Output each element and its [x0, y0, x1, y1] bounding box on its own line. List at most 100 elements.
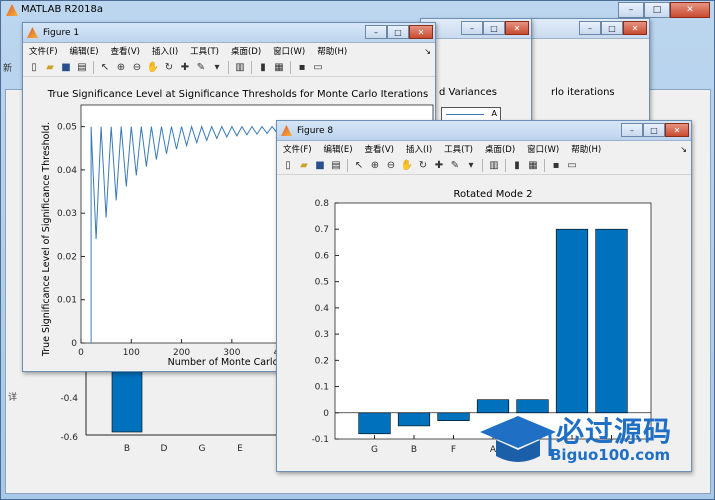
data-cursor-icon[interactable]: ✚	[178, 61, 192, 75]
zoom-out-icon[interactable]: ⊖	[130, 61, 144, 75]
y-tick-label: 0	[71, 339, 77, 349]
menu-insert[interactable]: 插入(I)	[152, 45, 178, 57]
zoom-in-icon[interactable]: ⊕	[114, 61, 128, 75]
watermark: 必过源码 Biguo100.com	[478, 410, 703, 470]
save-icon[interactable]: ■	[59, 61, 73, 75]
bg-ytick: -0.4	[60, 394, 78, 404]
minimize-button[interactable]: –	[365, 25, 387, 39]
menu-view[interactable]: 查看(V)	[111, 45, 140, 57]
y-tick-label: 0.4	[315, 304, 330, 314]
x-tick-label: G	[371, 445, 378, 455]
y-tick-label: 0.03	[57, 209, 77, 219]
minimize-button[interactable]: –	[621, 123, 643, 137]
link-icon[interactable]: ▾	[464, 159, 478, 173]
menu-window[interactable]: 窗口(W)	[527, 143, 559, 155]
colorbar-icon[interactable]: ▥	[487, 159, 501, 173]
hide-tools-icon[interactable]: ▦	[272, 61, 286, 75]
menu-window[interactable]: 窗口(W)	[273, 45, 305, 57]
minimize-button[interactable]: –	[579, 21, 601, 35]
close-button[interactable]: ✕	[665, 123, 689, 137]
close-button[interactable]: ✕	[670, 2, 710, 18]
menu-edit[interactable]: 编辑(E)	[70, 45, 99, 57]
maximize-button[interactable]: □	[601, 21, 623, 35]
figure-title: Figure 1	[43, 27, 80, 38]
maximize-button[interactable]: □	[643, 123, 665, 137]
undock-icon[interactable]: ▭	[565, 159, 579, 173]
pan-icon[interactable]: ✋	[400, 159, 414, 173]
new-icon[interactable]: ▯	[281, 159, 295, 173]
new-icon[interactable]: ▯	[27, 61, 41, 75]
zoom-out-icon[interactable]: ⊖	[384, 159, 398, 173]
figure-titlebar[interactable]: – □ ✕	[421, 19, 531, 39]
bg-ytick: -0.6	[60, 433, 78, 443]
y-tick-label: 0.3	[315, 330, 329, 340]
dock-icon[interactable]: ▪	[295, 61, 309, 75]
brush-icon[interactable]: ✎	[194, 61, 208, 75]
hide-tools-icon[interactable]: ▦	[526, 159, 540, 173]
close-button[interactable]: ✕	[505, 21, 529, 35]
menu-overflow-icon[interactable]: ↘	[680, 145, 687, 154]
x-tick-label: 300	[223, 348, 240, 358]
y-tick-label: 0.8	[315, 199, 330, 209]
link-icon[interactable]: ▾	[210, 61, 224, 75]
x-tick-label: 100	[123, 348, 140, 358]
figure-window-back-b[interactable]: – □ ✕ rlo iterations	[530, 18, 650, 128]
maximize-button[interactable]: □	[483, 21, 505, 35]
figure-titlebar[interactable]: – □ ✕	[531, 19, 649, 39]
print-icon[interactable]: ▤	[329, 159, 343, 173]
menu-overflow-icon[interactable]: ↘	[424, 47, 431, 56]
pointer-icon[interactable]: ↖	[98, 61, 112, 75]
pan-icon[interactable]: ✋	[146, 61, 160, 75]
x-tick-label: B	[411, 445, 417, 455]
menu-help[interactable]: 帮助(H)	[317, 45, 347, 57]
bar	[555, 228, 589, 414]
undock-icon[interactable]: ▭	[311, 61, 325, 75]
maximize-button[interactable]: □	[644, 2, 670, 18]
y-axis-label: True Significance Level of Significance …	[41, 122, 52, 357]
dock-icon[interactable]: ▪	[549, 159, 563, 173]
y-tick-label: 0.6	[315, 251, 330, 261]
menu-help[interactable]: 帮助(H)	[571, 143, 601, 155]
figure-window-back-a[interactable]: – □ ✕ d Variances A	[420, 18, 532, 128]
data-cursor-icon[interactable]: ✚	[432, 159, 446, 173]
matlab-logo-icon	[6, 4, 18, 16]
matlab-figure-icon	[27, 27, 38, 38]
rotate-icon[interactable]: ↻	[416, 159, 430, 173]
close-button[interactable]: ✕	[409, 25, 433, 39]
figure-titlebar[interactable]: Figure 8 – □ ✕	[277, 121, 691, 141]
minimize-button[interactable]: –	[461, 21, 483, 35]
print-icon[interactable]: ▤	[75, 61, 89, 75]
menu-tools[interactable]: 工具(T)	[444, 143, 473, 155]
menu-desktop[interactable]: 桌面(D)	[485, 143, 515, 155]
save-icon[interactable]: ■	[313, 159, 327, 173]
y-tick-label: 0.5	[315, 278, 329, 288]
legend-icon[interactable]: ▮	[256, 61, 270, 75]
brush-icon[interactable]: ✎	[448, 159, 462, 173]
close-button[interactable]: ✕	[623, 21, 647, 35]
menu-insert[interactable]: 插入(I)	[406, 143, 432, 155]
legend-icon[interactable]: ▮	[510, 159, 524, 173]
x-tick-label: 200	[173, 348, 190, 358]
menu-desktop[interactable]: 桌面(D)	[231, 45, 261, 57]
menu-edit[interactable]: 编辑(E)	[324, 143, 353, 155]
figure-titlebar[interactable]: Figure 1 – □ ✕	[23, 23, 435, 43]
bar	[358, 412, 391, 435]
pointer-icon[interactable]: ↖	[352, 159, 366, 173]
x-tick-label: 0	[78, 348, 84, 358]
menu-file[interactable]: 文件(F)	[283, 143, 312, 155]
rotate-icon[interactable]: ↻	[162, 61, 176, 75]
bar	[397, 412, 431, 427]
open-icon[interactable]: ▰	[297, 159, 311, 173]
open-icon[interactable]: ▰	[43, 61, 57, 75]
y-tick-label: 0	[323, 409, 329, 419]
menu-view[interactable]: 查看(V)	[365, 143, 394, 155]
x-axis-label: Number of Monte Carlo	[168, 357, 279, 368]
colorbar-icon[interactable]: ▥	[233, 61, 247, 75]
minimize-button[interactable]: –	[618, 2, 644, 18]
maximize-button[interactable]: □	[387, 25, 409, 39]
menu-file[interactable]: 文件(F)	[29, 45, 58, 57]
figure-partial-title: d Variances	[439, 87, 497, 98]
menu-tools[interactable]: 工具(T)	[190, 45, 219, 57]
y-tick-label: 0.02	[57, 252, 77, 262]
zoom-in-icon[interactable]: ⊕	[368, 159, 382, 173]
